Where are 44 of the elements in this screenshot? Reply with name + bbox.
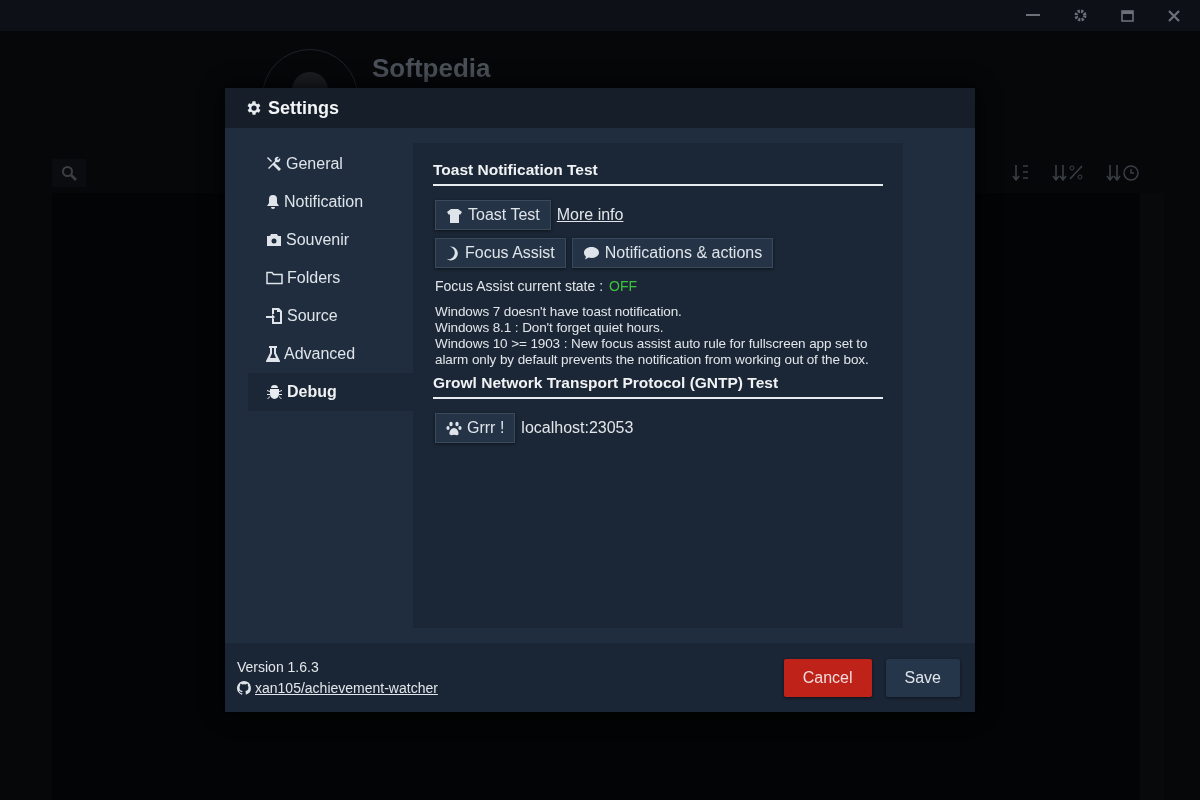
search-icon [61, 165, 77, 181]
sidebar-item[interactable]: Notification [248, 183, 413, 221]
section-heading: Toast Notification Test [433, 161, 883, 186]
section-heading: Growl Network Transport Protocol (GNTP) Test [433, 374, 883, 399]
github-icon [237, 681, 251, 695]
bell-icon [266, 194, 280, 210]
state-value: OFF [609, 278, 638, 294]
toast-test-button[interactable]: Toast Test [435, 200, 551, 230]
state-label: Focus Assist current state : [435, 278, 604, 294]
grrr-button[interactable]: Grrr ! [435, 413, 516, 443]
host-address: localhost:23053 [521, 419, 634, 437]
settings-icon[interactable] [1074, 9, 1087, 22]
note-text: Windows 7 doesn't have toast notification. [435, 304, 683, 320]
flask-icon [266, 346, 280, 362]
dialog-title: Settings [268, 97, 339, 119]
save-button[interactable]: Save [885, 658, 960, 697]
note-text: Windows 10 >= 1903 : New focus assist auto rule for fullscreen app set to alarm only by default prevents the notification from working out of the box. [435, 336, 870, 368]
close-icon[interactable] [1168, 9, 1180, 22]
folder-icon [266, 271, 283, 285]
camera-icon [266, 233, 282, 247]
file-import-icon [266, 308, 283, 324]
minimize-icon[interactable] [1026, 14, 1040, 17]
sidebar-item[interactable]: Folders [248, 259, 413, 297]
cancel-button[interactable]: Cancel [783, 658, 872, 697]
more-info-link[interactable]: More info [556, 206, 624, 224]
repository-link[interactable]: xan105/achievement-watcher [255, 680, 438, 696]
tools-icon [266, 156, 282, 172]
paw-icon [446, 420, 462, 436]
note-text: Windows 8.1 : Don't forget quiet hours. [435, 320, 665, 336]
shirt-icon [446, 207, 463, 223]
moon-icon [446, 245, 460, 261]
maximize-icon[interactable] [1121, 9, 1134, 22]
settings-icon [245, 99, 263, 117]
version-label: Version 1.6.3 [237, 659, 320, 675]
sidebar-item[interactable]: Souvenir [248, 221, 413, 259]
sidebar-item[interactable]: Advanced [248, 335, 413, 373]
sidebar-item[interactable]: Debug [248, 373, 413, 411]
focus-assist-button[interactable]: Focus Assist [435, 238, 566, 268]
speech-bubble-icon [582, 246, 600, 260]
sidebar-item[interactable]: Source [248, 297, 413, 335]
sidebar-item[interactable]: General [248, 145, 413, 183]
profile-name: Softpedia [372, 53, 491, 84]
notifications-actions-button[interactable]: Notifications & actions [571, 238, 774, 268]
bug-icon [266, 384, 283, 400]
